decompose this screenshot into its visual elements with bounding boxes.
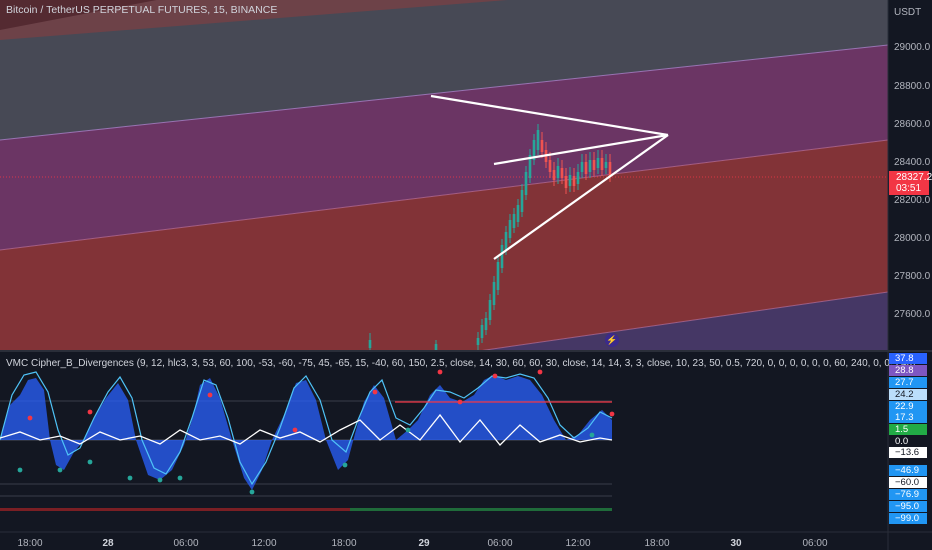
candle-body xyxy=(580,162,584,172)
price-tick: 28400.0 xyxy=(894,157,931,168)
candle-body xyxy=(484,318,488,330)
indicator-value-badge: 28.8 xyxy=(889,365,927,376)
last-price-badge: 28327.2 03:51 xyxy=(889,171,932,195)
candle-body xyxy=(568,175,572,186)
chart-canvas[interactable] xyxy=(0,0,932,550)
signal-dot xyxy=(405,427,411,433)
time-label: 06:00 xyxy=(487,538,513,549)
price-tick: 27600.0 xyxy=(894,309,931,320)
candle-body xyxy=(520,190,524,212)
candle-body xyxy=(584,162,588,174)
time-label: 30 xyxy=(730,538,742,549)
indicator-value-badge: −76.9 xyxy=(889,489,927,500)
signal-dot xyxy=(292,427,298,433)
candle-body xyxy=(548,160,552,172)
signal-dot xyxy=(177,475,183,481)
time-label: 18:00 xyxy=(644,538,670,549)
indicator-value-badge: 22.9 xyxy=(889,401,927,412)
candle-body xyxy=(556,166,560,178)
candle-body xyxy=(524,172,528,195)
indicator-value-badge: 17.3 xyxy=(889,412,927,423)
candle-body xyxy=(552,170,556,180)
time-label: 12:00 xyxy=(251,538,277,549)
signal-dot xyxy=(372,389,378,395)
time-label: 06:00 xyxy=(802,538,828,549)
candle-body xyxy=(512,214,516,228)
indicator-value-badge: −99.0 xyxy=(889,513,927,524)
candle-body xyxy=(492,282,496,305)
candle-body xyxy=(508,220,512,238)
signal-dot xyxy=(87,459,93,465)
candle-body xyxy=(576,172,580,184)
price-tick: 28200.0 xyxy=(894,195,931,206)
candle-body xyxy=(516,205,520,222)
indicator-value-badge: 1.5 xyxy=(889,424,927,435)
lightning-icon[interactable]: ⚡ xyxy=(605,333,619,347)
signal-dot xyxy=(157,477,163,483)
signal-dot xyxy=(27,415,33,421)
indicator-value-badge: 27.7 xyxy=(889,377,927,388)
price-tick: 28000.0 xyxy=(894,233,931,244)
indicator-title[interactable]: VMC Cipher_B_Divergences (9, 12, hlc3, 3… xyxy=(6,358,915,369)
signal-dot xyxy=(57,467,63,473)
candle-body xyxy=(588,160,592,172)
candle-body xyxy=(608,162,612,176)
candle-body xyxy=(560,168,564,178)
currency-label: USDT xyxy=(894,7,922,18)
signal-dot xyxy=(437,369,443,375)
candle-body xyxy=(540,140,544,152)
last-price-value: 28327.2 xyxy=(896,172,932,183)
candle-body xyxy=(488,300,492,320)
time-label: 06:00 xyxy=(173,538,199,549)
time-label: 12:00 xyxy=(565,538,591,549)
indicator-value-badge: −46.9 xyxy=(889,465,927,476)
signal-dot xyxy=(589,432,595,438)
signal-dot xyxy=(609,411,615,417)
indicator-value-badge: 0.0 xyxy=(889,436,927,447)
indicator-value-badge: −95.0 xyxy=(889,501,927,512)
signal-dot xyxy=(492,373,498,379)
signal-dot xyxy=(537,369,543,375)
price-tick: 28600.0 xyxy=(894,119,931,130)
symbol-title[interactable]: Bitcoin / TetherUS PERPETUAL FUTURES, 15… xyxy=(6,4,277,16)
candle-body xyxy=(596,158,600,168)
time-label: 29 xyxy=(418,538,430,549)
bar-countdown: 03:51 xyxy=(896,183,922,194)
candle-body xyxy=(476,338,480,345)
candle-body xyxy=(504,232,508,250)
indicator-value-badge: −60.0 xyxy=(889,477,927,488)
indicator-pane xyxy=(0,352,888,532)
candle-body xyxy=(536,130,540,150)
candle-body xyxy=(434,344,438,350)
candle-body xyxy=(604,162,608,168)
signal-dot xyxy=(87,409,93,415)
indicator-value-badge: 37.8 xyxy=(889,353,927,364)
signal-dot xyxy=(342,462,348,468)
candle-body xyxy=(564,176,568,188)
time-label: 18:00 xyxy=(331,538,357,549)
signal-dot xyxy=(249,489,255,495)
price-tick: 28800.0 xyxy=(894,81,931,92)
signal-dot xyxy=(127,475,133,481)
candle-body xyxy=(496,262,500,290)
price-tick: 29000.0 xyxy=(894,42,931,53)
candle-body xyxy=(592,160,596,170)
signal-dot xyxy=(207,392,213,398)
signal-dot xyxy=(17,467,23,473)
candle-body xyxy=(500,245,504,268)
price-tick: 27800.0 xyxy=(894,271,931,282)
indicator-value-badge: −13.6 xyxy=(889,447,927,458)
candle-body xyxy=(480,325,484,338)
candle-body xyxy=(572,176,576,186)
candle-body xyxy=(368,340,372,348)
time-label: 28 xyxy=(102,538,114,549)
indicator-value-badge: 24.2 xyxy=(889,389,927,400)
time-label: 18:00 xyxy=(17,538,43,549)
candle-body xyxy=(600,158,604,170)
